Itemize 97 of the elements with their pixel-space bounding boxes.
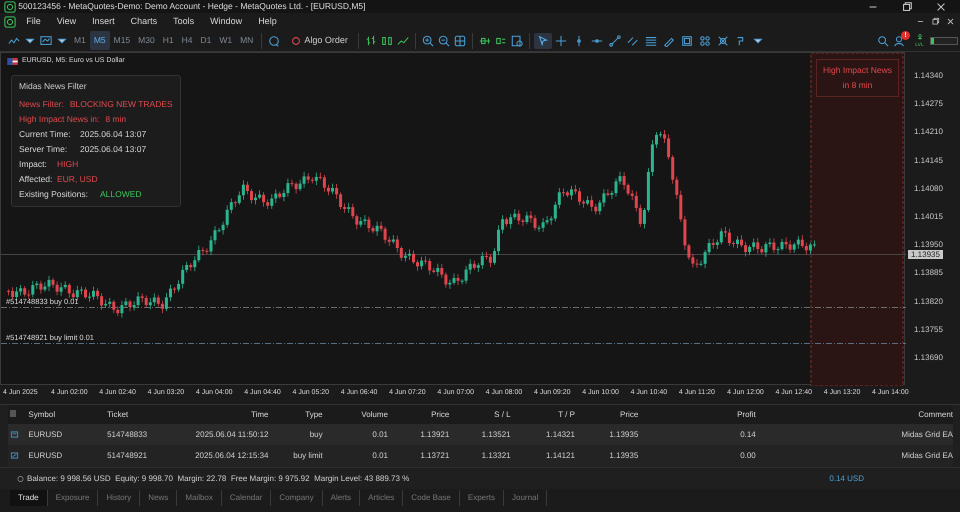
timeframe-button[interactable]: M5 <box>90 31 110 50</box>
status-value: BLOCKING NEW TRADES <box>70 98 173 111</box>
menu-item[interactable]: Help <box>250 14 285 28</box>
table-cell: 0.01 <box>372 430 388 438</box>
table-cell: 1.14321 <box>546 430 575 438</box>
status-label: Server Time: <box>19 142 68 156</box>
table-cell: EURUSD <box>28 430 62 438</box>
timeframe-button[interactable]: H1 <box>158 31 178 50</box>
status-value: 2025.06.04 13:07 <box>80 142 146 156</box>
status-label: Existing Positions: <box>19 188 89 201</box>
status-value: EUR, USD <box>57 172 98 186</box>
price-label: 1.13950 <box>914 239 943 251</box>
table-cell: Midas Grid EA <box>901 451 953 460</box>
column-header[interactable]: Profit <box>737 410 756 418</box>
menu-item[interactable]: Charts <box>122 14 166 28</box>
timeframe-button[interactable]: M15 <box>110 31 134 50</box>
price-label: 1.13690 <box>914 352 943 364</box>
price-label: 1.14080 <box>914 182 943 195</box>
total-profit: 0.14 USD <box>829 472 864 484</box>
table-cell: 514748833 <box>107 430 148 438</box>
status-label: Affected: <box>19 172 54 186</box>
panel-tab[interactable]: Journal <box>504 490 548 506</box>
account-summary: Balance: 9 998.56 USD <box>27 472 111 484</box>
panel-tab[interactable]: Company <box>271 490 323 506</box>
price-label: 1.14145 <box>914 154 943 167</box>
table-cell: 1.13521 <box>482 430 511 438</box>
panel-tab[interactable]: Articles <box>360 490 404 506</box>
panel-tab[interactable]: Exposure <box>48 490 98 506</box>
column-header[interactable]: Price <box>620 410 638 418</box>
news-warning: High Impact News in 8 min <box>816 59 899 97</box>
status-value: 8 min <box>105 112 126 126</box>
column-header[interactable]: Time <box>251 410 268 418</box>
status-label: Current Time: <box>19 128 72 141</box>
panel-tab[interactable]: Code Base <box>403 490 460 506</box>
panel-tab[interactable]: Trade <box>10 490 48 506</box>
table-cell: EURUSD <box>28 451 62 460</box>
status-value: HIGH <box>57 158 78 171</box>
account-summary: Margin: 22.78 <box>177 472 226 484</box>
timeframe-button[interactable]: M30 <box>134 31 159 50</box>
table-cell: 0.14 <box>740 430 756 438</box>
column-header[interactable]: T / P <box>558 410 575 418</box>
panel-tab[interactable]: News <box>140 490 178 506</box>
menu-item[interactable]: Tools <box>165 14 202 28</box>
timeframe-button[interactable]: M1 <box>70 31 90 50</box>
price-label: 1.14210 <box>914 126 943 138</box>
panel-tab[interactable]: Calendar <box>222 490 272 506</box>
table-cell: buy <box>310 430 323 438</box>
table-cell: 1.14121 <box>546 451 575 460</box>
column-header[interactable]: S / L <box>494 410 511 418</box>
table-cell: 0.00 <box>740 451 756 460</box>
status-value: ALLOWED <box>100 188 142 201</box>
account-summary: Free Margin: 9 975.92 <box>230 472 310 484</box>
table-cell: 2025.06.04 11:50:12 <box>196 430 268 438</box>
account-summary: Equity: 9 998.70 <box>115 472 173 484</box>
table-cell: 1.13935 <box>609 451 638 460</box>
algo-order-button[interactable]: Algo Order <box>282 32 354 50</box>
status-value: 2025.06.04 13:07 <box>80 128 146 141</box>
status-label: News Filter: <box>19 98 64 111</box>
current-price-tag: 1.13935 <box>908 250 943 259</box>
panel-tab[interactable]: Mailbox <box>177 490 222 506</box>
timeframe-button[interactable]: D1 <box>196 31 216 50</box>
price-label: 1.14340 <box>914 70 943 82</box>
panel-tab[interactable]: Alerts <box>322 490 360 506</box>
column-header[interactable]: Ticket <box>107 410 128 418</box>
status-label: High Impact News in: <box>19 112 100 126</box>
window-title: 500123456 - MetaQuotes-Demo: Demo Account - Hedge - MetaQuotes Ltd. - [EURUSD,M5] <box>18 0 366 13</box>
table-cell: 514748921 <box>107 451 148 460</box>
menu-item[interactable]: File <box>18 14 49 28</box>
table-cell: 2025.06.04 12:15:34 <box>195 451 268 460</box>
timeframe-button[interactable]: W1 <box>215 31 236 50</box>
column-header[interactable]: Symbol <box>28 410 56 418</box>
timeframe-button[interactable]: MN <box>236 31 258 50</box>
column-header[interactable]: Price <box>431 410 450 418</box>
table-cell: 1.13935 <box>609 430 638 438</box>
panel-title: Midas News Filter <box>19 80 88 93</box>
price-label: 1.13755 <box>914 324 943 336</box>
menu-item[interactable]: Window <box>202 14 250 28</box>
timeframe-button[interactable]: H4 <box>178 31 196 50</box>
table-cell: buy limit <box>293 451 323 460</box>
table-cell: 1.13321 <box>482 451 511 460</box>
panel-tab[interactable]: Experts <box>460 490 504 506</box>
table-cell: 1.13721 <box>420 451 450 460</box>
column-header[interactable]: Comment <box>918 410 953 418</box>
menu-item[interactable]: View <box>48 14 84 28</box>
status-label: Impact: <box>19 158 48 171</box>
price-label: 1.13885 <box>914 267 943 280</box>
table-cell: 1.13921 <box>420 430 450 438</box>
price-label: 1.14015 <box>914 211 943 224</box>
column-header[interactable]: Volume <box>361 410 388 418</box>
column-header[interactable]: Type <box>305 410 323 418</box>
price-label: 1.14275 <box>914 98 943 110</box>
account-summary: Margin Level: 43 889.73 % <box>314 472 410 484</box>
table-cell: 0.01 <box>372 451 388 460</box>
table-cell: Midas Grid EA <box>901 430 953 438</box>
menu-item[interactable]: Insert <box>84 14 123 28</box>
price-label: 1.13820 <box>914 296 943 308</box>
panel-tab[interactable]: History <box>98 490 140 506</box>
